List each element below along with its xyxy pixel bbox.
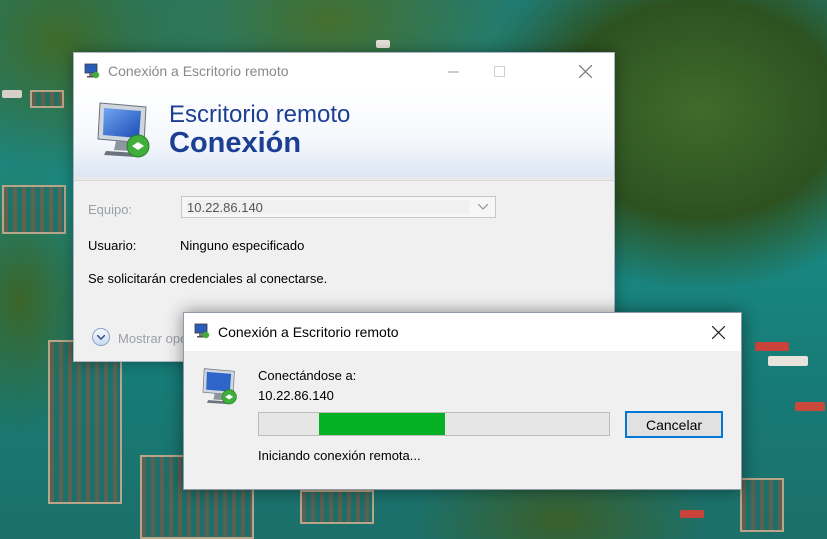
- computer-combobox[interactable]: 10.22.86.140: [181, 196, 496, 218]
- remote-desktop-icon: [84, 63, 100, 79]
- banner: Escritorio remoto Conexión: [74, 89, 614, 178]
- remote-desktop-icon: [202, 368, 237, 405]
- computer-label: Equipo:: [88, 202, 133, 217]
- close-icon[interactable]: [562, 53, 608, 89]
- wallpaper-boat: [768, 356, 808, 366]
- wallpaper-boat: [795, 402, 825, 411]
- wallpaper-boat: [680, 510, 704, 518]
- connection-progress-bar: [258, 412, 610, 436]
- connection-status: Iniciando conexión remota...: [258, 448, 421, 463]
- main-window-title: Conexión a Escritorio remoto: [108, 63, 289, 79]
- user-value: Ninguno especificado: [180, 238, 305, 253]
- user-label: Usuario:: [88, 238, 137, 253]
- remote-desktop-icon: [194, 323, 210, 339]
- wallpaper-boat: [376, 40, 390, 48]
- wallpaper-fish-farm: [30, 90, 64, 108]
- wallpaper-boat: [755, 342, 789, 351]
- minimize-icon[interactable]: [430, 53, 476, 89]
- progress-fill: [318, 413, 445, 435]
- banner-title-line2: Conexión: [169, 127, 302, 159]
- wallpaper-fish-farm: [48, 340, 122, 504]
- close-icon[interactable]: [695, 313, 741, 351]
- banner-divider: [74, 177, 614, 181]
- maximize-icon[interactable]: [476, 53, 522, 89]
- connecting-address: 10.22.86.140: [258, 388, 334, 403]
- remote-desktop-icon: [97, 102, 150, 158]
- banner-title-line1: Escritorio remoto: [169, 101, 351, 128]
- wallpaper-fish-farm: [300, 490, 374, 524]
- credentials-note: Se solicitarán credenciales al conectars…: [88, 271, 328, 286]
- dialog-title: Conexión a Escritorio remoto: [218, 324, 399, 340]
- dialog-titlebar[interactable]: Conexión a Escritorio remoto: [184, 313, 741, 351]
- wallpaper-fish-farm: [740, 478, 784, 532]
- wallpaper-boat: [2, 90, 22, 98]
- main-titlebar[interactable]: Conexión a Escritorio remoto: [74, 53, 614, 89]
- cancel-button[interactable]: Cancelar: [625, 411, 723, 438]
- connecting-label: Conectándose a:: [258, 368, 357, 383]
- wallpaper-fish-farm: [2, 185, 66, 234]
- expand-options-icon[interactable]: [92, 328, 110, 346]
- computer-value: 10.22.86.140: [187, 200, 469, 215]
- connecting-dialog: Conexión a Escritorio remoto Conectándos…: [183, 312, 742, 490]
- chevron-down-icon[interactable]: [473, 197, 493, 217]
